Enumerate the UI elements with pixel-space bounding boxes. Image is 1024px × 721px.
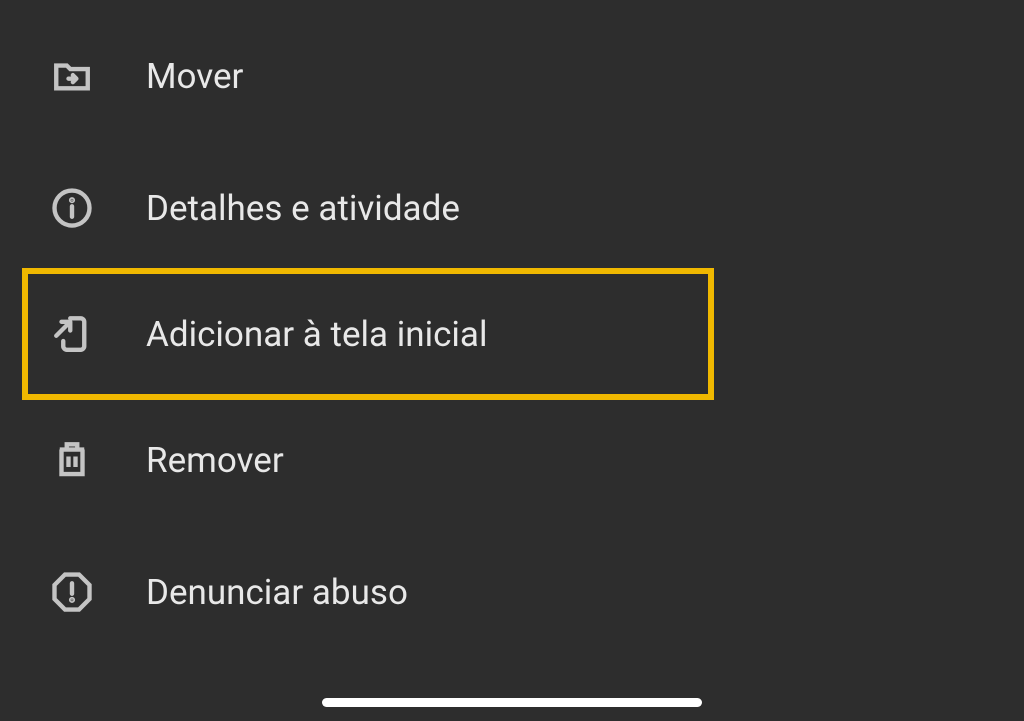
home-indicator[interactable] bbox=[322, 698, 702, 707]
menu-label: Adicionar à tela inicial bbox=[146, 314, 487, 355]
menu-label: Remover bbox=[146, 440, 284, 481]
menu-item-remove[interactable]: Remover bbox=[0, 394, 1024, 526]
menu-item-add-to-home[interactable]: Adicionar à tela inicial bbox=[22, 268, 714, 400]
info-icon bbox=[48, 184, 96, 232]
warning-icon bbox=[48, 568, 96, 616]
move-folder-icon bbox=[48, 52, 96, 100]
menu-item-move[interactable]: Mover bbox=[0, 10, 1024, 142]
menu-label: Detalhes e atividade bbox=[146, 188, 460, 229]
menu-label: Denunciar abuso bbox=[146, 572, 408, 613]
trash-icon bbox=[48, 436, 96, 484]
menu-item-report-abuse[interactable]: Denunciar abuso bbox=[0, 526, 1024, 658]
menu-item-details[interactable]: Detalhes e atividade bbox=[0, 142, 1024, 274]
add-to-home-icon bbox=[48, 310, 96, 358]
menu-label: Mover bbox=[146, 56, 243, 97]
context-menu: Mover Detalhes e atividade Adicionar à t… bbox=[0, 0, 1024, 658]
